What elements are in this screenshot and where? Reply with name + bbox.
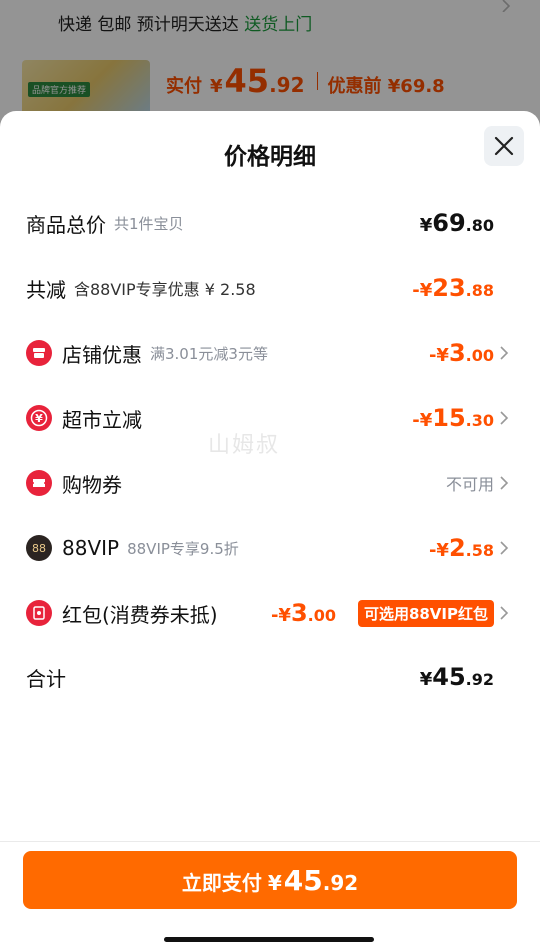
row-total-price: 商品总价 共1件宝贝 ¥ 69 .80 <box>0 203 540 243</box>
row-sum: 合计 ¥ 45 .92 <box>0 657 540 697</box>
yen-coin-icon: ¥ <box>26 405 52 431</box>
close-icon <box>494 136 514 156</box>
sheet-title: 价格明细 <box>224 144 316 170</box>
row-label: 商品总价 <box>26 212 106 237</box>
row-shopping-coupon[interactable]: 购物券 不可用 <box>0 463 540 503</box>
svg-text:88: 88 <box>32 542 46 555</box>
row-total-discount: 共减 含88VIP专享优惠 ¥ 2.58 -¥ 23 .88 <box>0 268 540 308</box>
row-label: 超市立减 <box>62 407 142 432</box>
vip-88-icon: 88 <box>26 535 52 561</box>
ticket-icon <box>26 470 52 496</box>
red-packet-icon <box>26 600 52 626</box>
chevron-right-icon <box>500 411 509 425</box>
red-packet-amount: -¥ 3 .00 <box>270 599 336 627</box>
row-sub: 共1件宝贝 <box>114 214 184 233</box>
row-label: 88VIP <box>62 536 120 560</box>
home-indicator[interactable] <box>164 937 374 942</box>
sum-amount: ¥ 45 .92 <box>419 663 494 691</box>
chevron-right-icon <box>500 476 509 490</box>
row-shop-discount[interactable]: 店铺优惠 满3.01元减3元等 -¥ 3 .00 <box>0 333 540 373</box>
svg-text:¥: ¥ <box>35 412 43 425</box>
discount-amount: -¥ 23 .88 <box>412 274 494 302</box>
row-sub: 含88VIP专享优惠 ¥ 2.58 <box>74 280 256 299</box>
close-button[interactable] <box>484 126 524 166</box>
row-sub: 88VIP专享9.5折 <box>127 539 239 558</box>
row-label: 合计 <box>26 666 66 691</box>
select-vip-red-packet-badge[interactable]: 可选用88VIP红包 <box>357 599 494 627</box>
market-discount-amount: -¥ 15 .30 <box>412 404 494 432</box>
coupon-status: 不可用 <box>445 475 494 494</box>
row-label: 购物券 <box>62 472 122 497</box>
footer-divider <box>0 841 540 842</box>
row-label: 店铺优惠 <box>62 342 142 367</box>
row-label: 红包(消费券未抵) <box>62 602 218 627</box>
row-sub: 满3.01元减3元等 <box>150 344 268 363</box>
chevron-right-icon <box>500 541 509 555</box>
price-detail-sheet: 价格明细 商品总价 共1件宝贝 ¥ 69 .80 共减 含88VIP专享优惠 ¥… <box>0 111 540 952</box>
total-amount: ¥ 69 .80 <box>419 209 494 237</box>
chevron-right-icon <box>500 606 509 620</box>
row-label: 共减 <box>26 277 66 302</box>
chevron-right-icon <box>500 346 509 360</box>
watermark: 山姆叔 <box>208 433 281 458</box>
shop-icon <box>26 340 52 366</box>
pay-now-button[interactable]: 立即支付 ¥ 45 .92 <box>23 851 517 909</box>
vip-discount-amount: -¥ 2 .58 <box>428 534 494 562</box>
row-red-packet[interactable]: 红包(消费券未抵) -¥ 3 .00 可选用88VIP红包 <box>0 593 540 633</box>
row-88vip[interactable]: 88 88VIP 88VIP专享9.5折 -¥ 2 .58 <box>0 528 540 568</box>
shop-discount-amount: -¥ 3 .00 <box>428 339 494 367</box>
